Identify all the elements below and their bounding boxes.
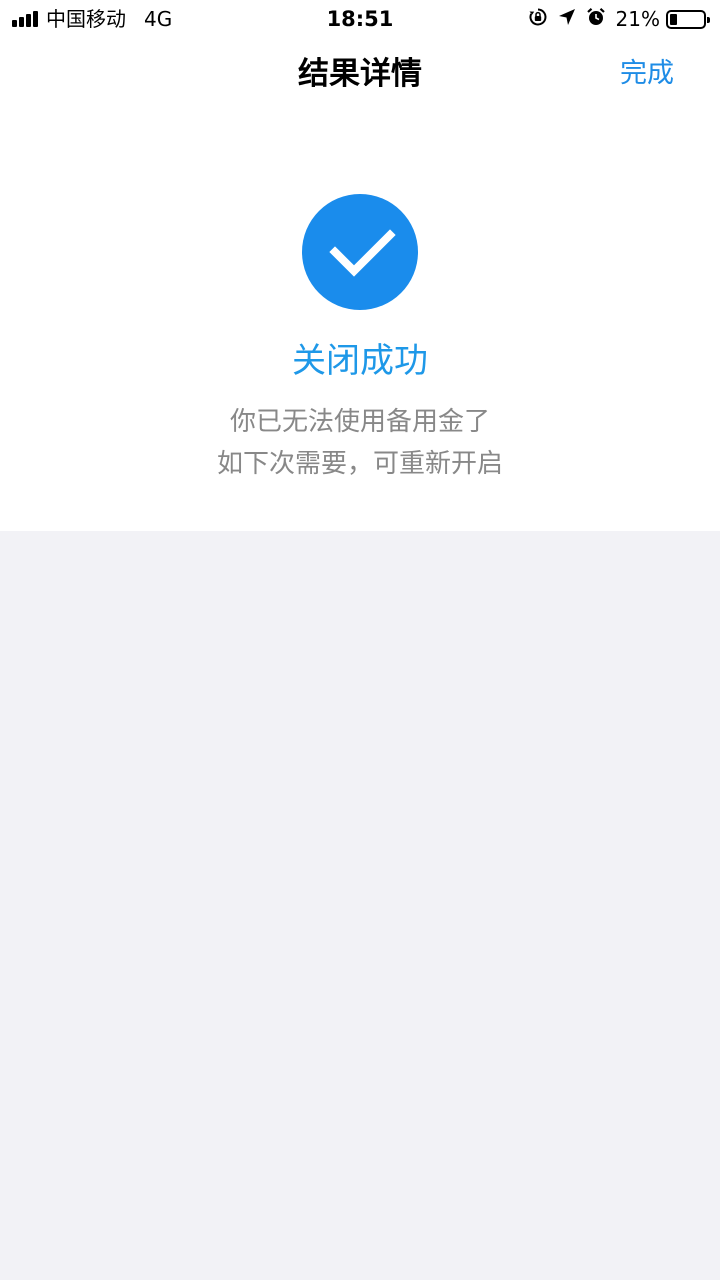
location-icon (558, 8, 576, 30)
result-description-line2: 如下次需要，可重新开启 (216, 449, 503, 479)
navigation-bar: 结果详情 完成 (0, 38, 720, 110)
status-bar-right: 21% (528, 6, 710, 32)
battery-percent: 21% (615, 7, 660, 31)
rotation-lock-icon (528, 7, 548, 31)
result-card: 关闭成功 你已无法使用备用金了 如下次需要，可重新开启 (0, 110, 720, 531)
result-title: 关闭成功 (292, 341, 428, 381)
done-button[interactable]: 完成 (620, 54, 674, 94)
battery-level (670, 13, 677, 25)
page-title: 结果详情 (298, 56, 422, 92)
status-bar: 中国移动 4G 18:51 21% (0, 0, 720, 38)
result-description-line1: 你已无法使用备用金了 (229, 407, 490, 437)
battery-icon (666, 9, 710, 29)
alarm-icon (586, 7, 606, 31)
screen: 中国移动 4G 18:51 21% 结果详情 完成 关闭成功 你已无法使用备用金… (0, 0, 720, 1280)
checkmark-circle-icon (302, 194, 418, 310)
